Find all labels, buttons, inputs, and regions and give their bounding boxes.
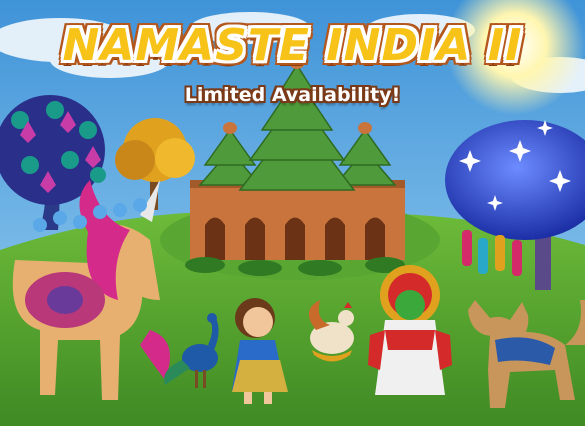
banner-subtitle: Limited Availability! — [184, 84, 401, 106]
banner-title: NAMASTE INDIA II — [62, 20, 523, 71]
promo-banner: NAMASTE INDIA II Limited Availability! — [0, 0, 585, 426]
